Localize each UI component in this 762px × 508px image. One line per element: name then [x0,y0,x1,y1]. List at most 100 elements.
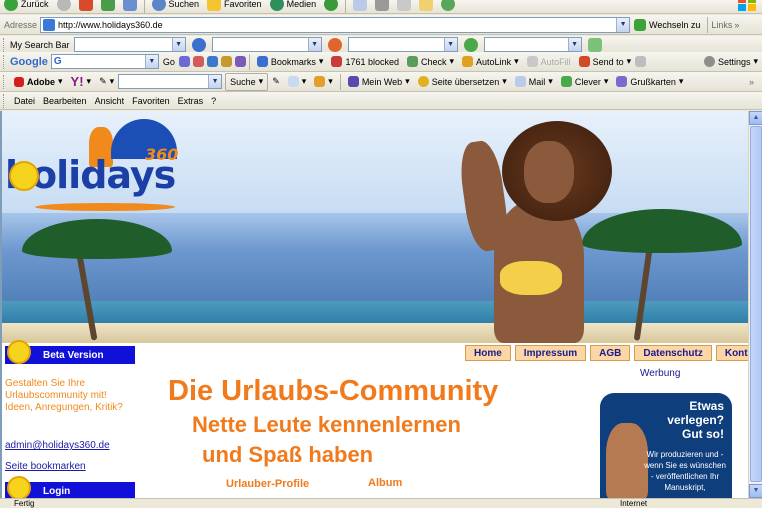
my-search-input-1[interactable]: ▼ [73,37,186,52]
spellcheck-button[interactable]: Check ▾ [403,53,458,71]
nav-datenschutz[interactable]: Datenschutz [634,345,712,361]
yahoo-search-input[interactable]: ▼ [118,74,223,89]
favorites-button[interactable]: Favoriten [203,0,266,13]
home-button[interactable] [119,0,141,13]
menu-label: Datei [14,95,36,106]
image-search-icon[interactable] [206,56,218,67]
mail-button-yahoo[interactable]: Mail ▾ [511,73,557,91]
bookmarks-button[interactable]: Bookmarks ▾ [253,53,328,71]
site-search-icon[interactable] [192,56,204,67]
back-button[interactable]: Zurück [0,0,53,13]
adobe-button[interactable]: Adobe ▾ [10,73,67,91]
ad-label: Werbung [640,368,681,379]
settings-button[interactable]: Settings ▾ [700,53,762,71]
plus-button[interactable]: ▾ [310,73,337,91]
address-url[interactable]: http://www.holidays360.de [58,20,616,30]
page-icon [43,18,56,31]
menu-help[interactable]: ? [207,92,220,110]
my-search-input-2[interactable]: ▼ [211,37,322,52]
web-search-icon[interactable] [178,56,190,67]
popup-blocker-button[interactable]: 1761 blocked [327,53,403,71]
search-go-icon[interactable] [191,37,206,52]
refresh-button[interactable] [97,0,119,13]
dropdown-arrow-icon[interactable]: ▼ [307,38,321,51]
stop-button[interactable] [75,0,97,13]
my-web-button[interactable]: Mein Web ▾ [344,73,414,91]
messenger-button[interactable] [437,0,459,13]
scroll-up-icon[interactable]: ▲ [749,111,762,125]
search-go-icon-3[interactable] [463,37,478,52]
clever-button[interactable]: Clever ▾ [557,73,613,91]
google-search-input[interactable]: G ▼ [50,54,159,69]
star-icon [207,0,222,11]
print-button[interactable] [371,0,393,13]
menu-extras[interactable]: Extras [174,92,208,110]
grusskarten-button[interactable]: Grußkarten ▾ [612,73,687,91]
advertisement[interactable]: Etwas verlegen? Gut so! Wir produzieren … [600,393,732,498]
admin-email-link[interactable]: admin@holidays360.de [5,440,135,451]
search-go-icon-2[interactable] [327,37,342,52]
forward-button[interactable] [53,0,75,13]
profiles-link[interactable]: Urlauber-Profile [226,478,309,490]
folder-button[interactable] [415,0,437,13]
edit-button[interactable] [393,0,415,13]
autolink-button[interactable]: AutoLink ▾ [458,53,523,71]
menu-favoriten[interactable]: Favoriten [128,92,174,110]
links-label[interactable]: Links [711,20,732,30]
chevron-right-icon[interactable]: » [749,77,754,87]
pen-button[interactable]: ✎ ▾ [95,73,118,91]
nav-impressum[interactable]: Impressum [514,345,587,361]
window-button[interactable]: ▾ [284,73,311,91]
chevron-down-icon: ▾ [318,56,324,66]
scroll-thumb[interactable] [750,126,762,482]
menu-label: Extras [177,95,204,106]
autofill-button[interactable]: AutoFill [523,53,575,71]
menu-bearbeiten[interactable]: Bearbeiten [39,92,91,110]
toolbar-grip[interactable] [3,93,6,108]
nav-home[interactable]: Home [465,345,511,361]
translate-button[interactable]: Seite übersetzen ▾ [414,73,511,91]
nav-agb[interactable]: AGB [590,345,631,361]
yahoo-button[interactable]: Y! ▾ [67,73,96,91]
favorites-label: Favoriten [224,0,262,9]
holidays360-logo[interactable]: holidays 360 [5,117,185,217]
dropdown-arrow-icon[interactable]: ▼ [171,38,185,51]
sendto-button[interactable]: Send to ▾ [575,53,636,71]
toolbar-grip[interactable] [3,74,6,89]
suche-button[interactable]: Suche ▾ [225,72,269,91]
menu-datei[interactable]: Datei [10,92,39,110]
vertical-scrollbar[interactable]: ▲ ▼ [748,111,762,498]
google-go-button[interactable]: Go [159,53,179,71]
google-logo[interactable]: Google [10,56,48,68]
address-dropdown[interactable]: ▼ [616,17,630,32]
chevron-right-icon[interactable]: » [734,20,739,30]
bookmark-link[interactable]: Seite bookmarken [5,461,135,472]
highlight-icon[interactable] [587,37,602,52]
highlighter-button[interactable]: ✎ [268,73,284,91]
adobe-icon [14,76,24,87]
go-button[interactable]: Wechseln zu [630,16,704,34]
chevron-down-icon: ▾ [548,76,553,86]
media-button[interactable]: Medien [266,0,321,13]
dropdown-arrow-icon[interactable]: ▼ [567,38,581,51]
dropdown-arrow-icon[interactable]: ▼ [144,55,158,68]
dropdown-arrow-icon[interactable]: ▼ [443,38,457,51]
my-search-input-3[interactable]: ▼ [347,37,458,52]
refresh-icon [100,0,115,11]
search-button[interactable]: Suchen [148,0,204,13]
news-icon[interactable] [220,56,232,67]
my-search-input-4[interactable]: ▼ [483,37,582,52]
toolbar-grip[interactable] [3,37,6,52]
pagerank-icon[interactable] [234,56,246,67]
plus-icon [314,76,326,87]
address-field[interactable]: http://www.holidays360.de ▼ [40,16,631,33]
menu-ansicht[interactable]: Ansicht [91,92,129,110]
highlight-icon[interactable] [635,56,647,67]
history-button[interactable] [320,0,342,13]
nav-kontakt[interactable]: Kontakt [715,345,748,361]
album-link[interactable]: Album [368,477,402,489]
scroll-down-icon[interactable]: ▼ [749,484,762,498]
toolbar-grip[interactable] [3,54,6,69]
mail-button[interactable] [349,0,371,13]
dropdown-arrow-icon[interactable]: ▼ [208,75,222,88]
